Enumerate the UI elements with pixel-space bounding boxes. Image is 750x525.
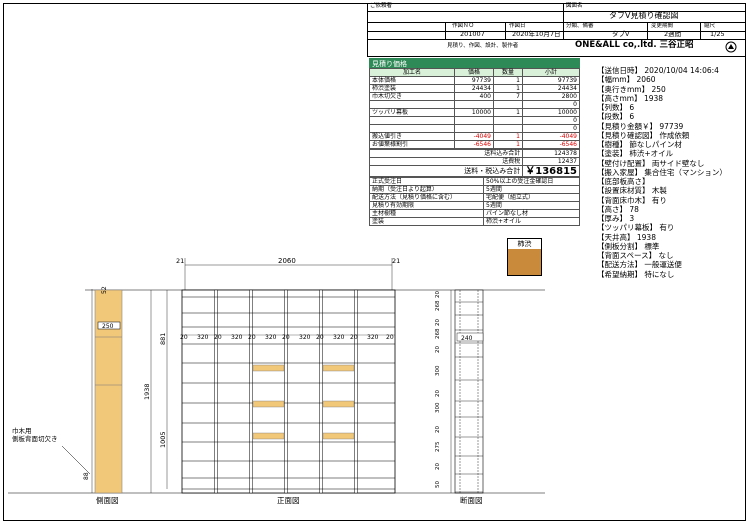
section-dim-label: 20 xyxy=(435,390,441,397)
side-view: 250 88 52 xyxy=(83,286,123,494)
svg-text:240: 240 xyxy=(461,335,473,342)
label-side-view: 側面図 xyxy=(96,496,119,505)
dim-side-right: 21 xyxy=(392,257,400,265)
front-frame xyxy=(181,289,396,494)
divider-board xyxy=(284,289,288,494)
label-front-view: 正面図 xyxy=(277,496,300,505)
section-dim-label: 20 xyxy=(435,319,441,326)
section-dim-label: 20 xyxy=(435,291,441,298)
dim-total-width: 2060 xyxy=(278,257,296,265)
cabinet-drawing: 250 88 52 20 320 20 320 20 320 20 320 20 320 20 320… xyxy=(8,257,545,494)
section-dim-label: 268 xyxy=(435,328,441,339)
highlight-board xyxy=(322,400,355,408)
divider-board xyxy=(249,289,253,494)
divider-board xyxy=(354,289,358,494)
front-view: 20 320 20 320 20 320 20 320 20 320 20 320 20 xyxy=(180,289,396,494)
highlight-board xyxy=(322,364,355,372)
callout-note: 巾木用 側板背面切欠き xyxy=(12,427,58,443)
dim-total-height: 1938 xyxy=(143,383,151,400)
divider-board xyxy=(214,289,218,494)
svg-text:250: 250 xyxy=(102,323,114,330)
dim-upper-height: 881 xyxy=(159,333,167,345)
section-dim-label: 50 xyxy=(435,481,441,488)
section-dim-label: 300 xyxy=(435,402,441,413)
section-dim-label: 20 xyxy=(435,346,441,353)
dim-side-left: 21 xyxy=(176,257,184,265)
highlight-board xyxy=(322,432,355,440)
highlight-board xyxy=(252,400,285,408)
highlight-board xyxy=(252,432,285,440)
svg-text:88: 88 xyxy=(83,472,90,480)
section-dim-label: 275 xyxy=(435,441,441,452)
section-dim-label: 20 xyxy=(435,426,441,433)
section-dim-label: 20 xyxy=(435,463,441,470)
section-dim-label: 300 xyxy=(435,365,441,376)
highlight-board xyxy=(252,364,285,372)
section-dim-label: 268 xyxy=(435,300,441,311)
divider-board xyxy=(319,289,323,494)
dim-lower-height: 1005 xyxy=(159,431,167,448)
section-view: 240 20 268 20 268 20 300 20 300 20 275 20 50 xyxy=(435,289,484,494)
label-section-view: 断面図 xyxy=(460,496,483,505)
svg-text:52: 52 xyxy=(101,286,108,294)
